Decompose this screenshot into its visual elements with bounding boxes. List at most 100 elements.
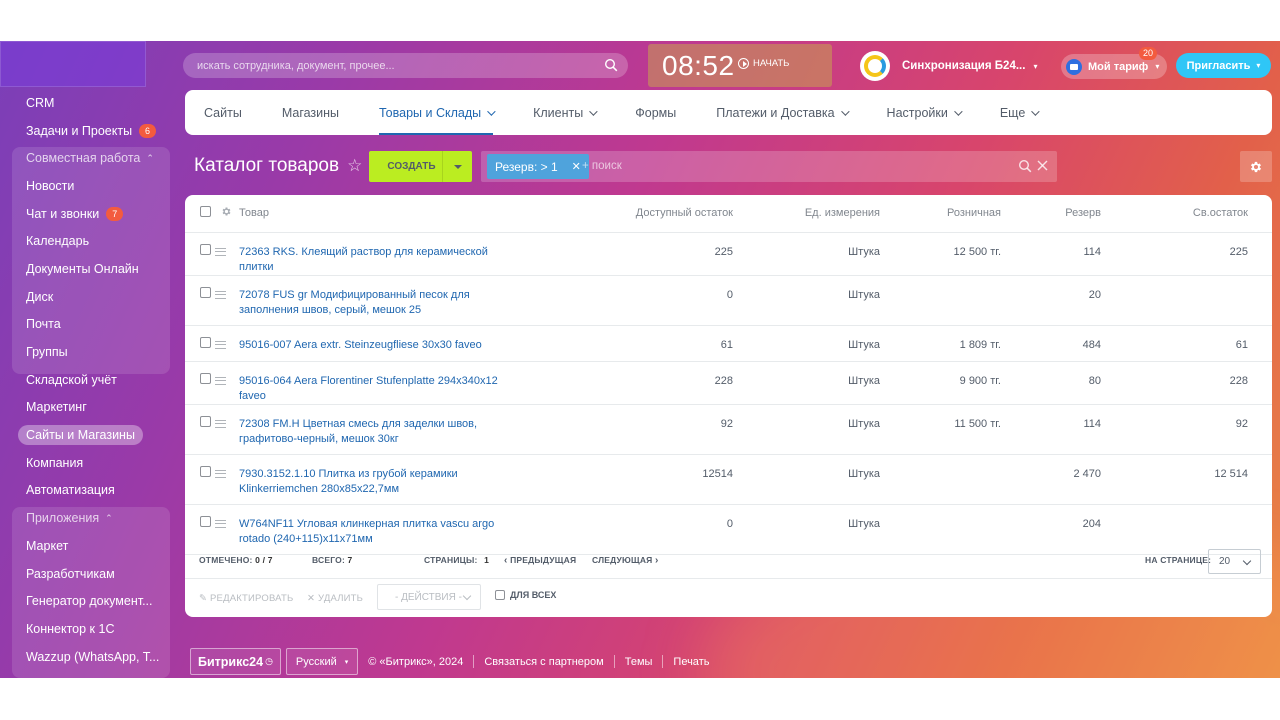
column-header-reserve[interactable]: Резерв xyxy=(1016,195,1113,233)
user-menu[interactable]: Синхронизация Б24... ▾ xyxy=(860,51,1037,81)
row-spacer xyxy=(1248,275,1272,326)
tab-7[interactable]: Еще xyxy=(1000,90,1040,135)
sidebar-item-3[interactable]: Новости xyxy=(12,172,170,200)
edit-button[interactable]: ✎ РЕДАКТИРОВАТЬ xyxy=(199,593,293,604)
sidebar-item-16[interactable]: Маркет xyxy=(12,532,170,560)
star-icon[interactable]: ☆ xyxy=(347,156,362,176)
sidebar-group-15[interactable]: Приложения ⌃ xyxy=(12,504,170,532)
product-name-link[interactable]: 72308 FM.H Цветная смесь для заделки шво… xyxy=(237,404,537,455)
for-all-checkbox[interactable] xyxy=(495,590,505,600)
invite-button[interactable]: Пригласить ▾ xyxy=(1176,53,1271,78)
search-icon[interactable] xyxy=(1018,159,1032,173)
row-checkbox[interactable] xyxy=(200,243,211,255)
work-day-widget[interactable]: 08:52 НАЧАТЬ xyxy=(648,44,832,87)
sidebar-item-11[interactable]: Маркетинг xyxy=(12,394,170,422)
filter-chip-reserve[interactable]: Резерв: > 1 ✕ xyxy=(487,154,589,179)
drag-handle-icon[interactable] xyxy=(215,469,226,478)
create-button[interactable]: СОЗДАТЬ xyxy=(369,151,472,182)
sidebar-item-1[interactable]: Задачи и Проекты 6 xyxy=(12,117,170,145)
language-selector[interactable]: Русский ▾ xyxy=(285,648,359,675)
column-header-retail[interactable]: Розничная xyxy=(880,195,1016,233)
table-row[interactable]: 95016-007 Aera extr. Steinzeugfliese 30x… xyxy=(185,325,1272,362)
product-name-link[interactable]: 72078 FUS gr Модифицированный песок для … xyxy=(237,275,537,326)
row-checkbox[interactable] xyxy=(200,286,211,298)
row-checkbox[interactable] xyxy=(200,372,211,384)
sidebar-item-10[interactable]: Складской учёт xyxy=(12,366,170,394)
sidebar-item-17[interactable]: Разработчикам xyxy=(12,560,170,588)
sidebar-item-12[interactable]: Сайты и Магазины xyxy=(12,421,170,449)
grid-settings-button[interactable] xyxy=(1240,151,1272,182)
tab-1[interactable]: Магазины xyxy=(282,90,339,135)
delete-button[interactable]: ✕ УДАЛИТЬ xyxy=(307,593,363,604)
search-input[interactable] xyxy=(197,53,597,78)
drag-handle-icon[interactable] xyxy=(215,419,226,428)
sidebar-item-5[interactable]: Календарь xyxy=(12,227,170,255)
sidebar-item-7[interactable]: Диск xyxy=(12,283,170,311)
drag-handle-icon[interactable] xyxy=(215,376,226,385)
close-icon[interactable]: ✕ xyxy=(572,160,581,173)
drag-handle-icon[interactable] xyxy=(215,519,226,528)
tab-3[interactable]: Клиенты xyxy=(533,90,598,135)
per-page-select[interactable]: 20 xyxy=(1208,549,1261,574)
avatar[interactable] xyxy=(860,51,890,81)
footer-themes-link[interactable]: Темы xyxy=(625,656,653,668)
prev-page-link[interactable]: ‹ ПРЕДЫДУЩАЯ xyxy=(504,555,576,566)
filter-bar[interactable]: Резерв: > 1 ✕ + поиск xyxy=(481,151,1057,182)
table-row[interactable]: 72308 FM.H Цветная смесь для заделки шво… xyxy=(185,404,1272,455)
table-row[interactable]: 72078 FUS gr Модифицированный песок для … xyxy=(185,275,1272,326)
sidebar-item-14[interactable]: Автоматизация xyxy=(12,477,170,505)
table-row[interactable]: 72363 RKS. Клеящий раствор для керамичес… xyxy=(185,232,1272,276)
tab-2[interactable]: Товары и Склады xyxy=(379,90,496,135)
product-name-link[interactable]: 95016-064 Aera Florentiner Stufenplatte … xyxy=(237,361,537,405)
sidebar-item-0[interactable]: CRM xyxy=(12,89,170,117)
column-header-free-stock[interactable]: Св.остаток xyxy=(1113,195,1248,233)
sidebar-item-19[interactable]: Коннектор к 1С xyxy=(12,615,170,643)
sidebar-item-9[interactable]: Группы xyxy=(12,338,170,366)
sidebar-item-6[interactable]: Документы Онлайн xyxy=(12,255,170,283)
clear-filter-icon[interactable] xyxy=(1037,160,1048,171)
tab-0[interactable]: Сайты xyxy=(204,90,242,135)
filter-search-placeholder[interactable]: + поиск xyxy=(582,160,622,172)
sidebar-item-8[interactable]: Почта xyxy=(12,311,170,339)
select-all-checkbox[interactable] xyxy=(200,206,211,218)
search-icon[interactable] xyxy=(604,58,618,72)
pages-counter-value[interactable]: 1 xyxy=(484,555,489,565)
row-checkbox[interactable] xyxy=(200,515,211,527)
product-name-link[interactable]: 7930.3152.1.10 Плитка из грубой керамики… xyxy=(237,454,537,505)
table-row[interactable]: 7930.3152.1.10 Плитка из грубой керамики… xyxy=(185,454,1272,505)
sidebar-group-2[interactable]: Совместная работа ⌃ xyxy=(12,144,170,172)
column-header-available[interactable]: Доступный остаток xyxy=(537,195,733,233)
product-name-link[interactable]: 95016-007 Aera extr. Steinzeugfliese 30x… xyxy=(237,325,537,362)
row-checkbox[interactable] xyxy=(200,465,211,477)
global-search[interactable] xyxy=(183,53,628,78)
sidebar-item-13[interactable]: Компания xyxy=(12,449,170,477)
sidebar-item-20[interactable]: Wazzup (WhatsApp, T... xyxy=(12,643,170,671)
sidebar-logo-area[interactable] xyxy=(0,41,146,87)
drag-handle-icon[interactable] xyxy=(215,340,226,349)
row-checkbox[interactable] xyxy=(200,336,211,348)
footer-brand-logo[interactable]: Битрикс24 ◷ xyxy=(190,648,281,675)
product-name-link[interactable]: 72363 RKS. Клеящий раствор для керамичес… xyxy=(237,232,537,276)
selected-counter: ОТМЕЧЕНО: 0 / 7 xyxy=(199,555,273,565)
for-all-toggle[interactable]: ДЛЯ ВСЕХ xyxy=(495,590,556,600)
sidebar-item-18[interactable]: Генератор документ... xyxy=(12,587,170,615)
row-drag-cell xyxy=(215,325,237,362)
start-day-button[interactable]: НАЧАТЬ xyxy=(738,58,789,69)
column-header-unit[interactable]: Ед. измерения xyxy=(733,195,880,233)
table-row[interactable]: 95016-064 Aera Florentiner Stufenplatte … xyxy=(185,361,1272,405)
footer-print-link[interactable]: Печать xyxy=(673,656,709,668)
tab-4[interactable]: Формы xyxy=(635,90,676,135)
actions-select[interactable]: - ДЕЙСТВИЯ - xyxy=(377,584,481,610)
drag-handle-icon[interactable] xyxy=(215,247,226,256)
next-page-link[interactable]: СЛЕДУЮЩАЯ › xyxy=(592,555,659,566)
create-dropdown-toggle[interactable] xyxy=(442,151,472,182)
tab-6[interactable]: Настройки xyxy=(887,90,963,135)
tab-5[interactable]: Платежи и Доставка xyxy=(716,90,850,135)
gear-icon[interactable] xyxy=(221,206,232,217)
drag-handle-icon[interactable] xyxy=(215,290,226,299)
row-checkbox[interactable] xyxy=(200,415,211,427)
sidebar-item-4[interactable]: Чат и звонки 7 xyxy=(12,200,170,228)
my-tariff-button[interactable]: Мой тариф ▾ 20 xyxy=(1061,47,1167,79)
footer-partner-link[interactable]: Связаться с партнером xyxy=(484,656,603,668)
column-header-product[interactable]: Товар xyxy=(237,195,537,233)
